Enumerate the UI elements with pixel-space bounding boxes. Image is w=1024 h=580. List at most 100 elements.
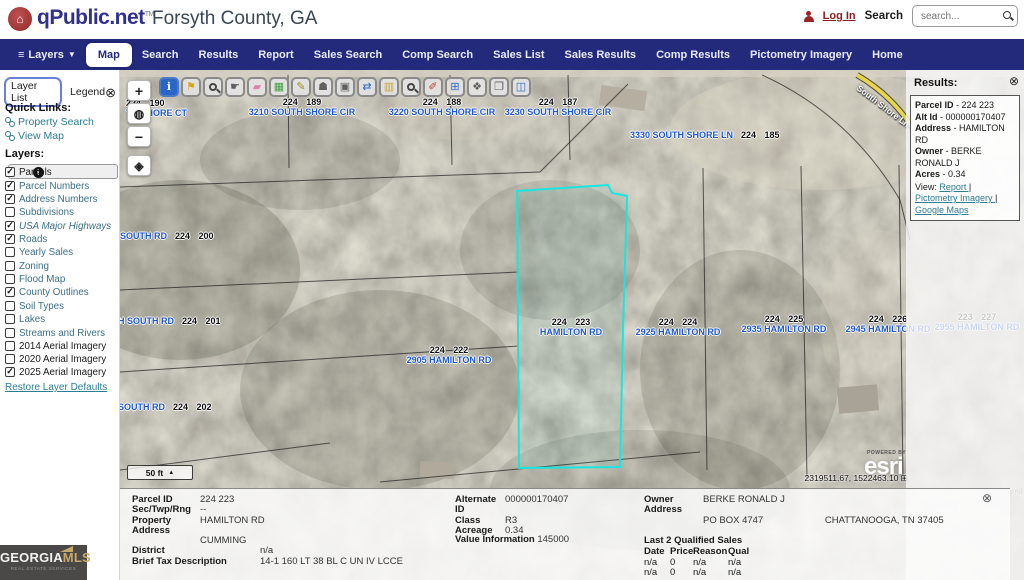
layer-checkbox[interactable] bbox=[5, 341, 15, 351]
print-grid-tool-button[interactable]: ⊞ bbox=[445, 77, 465, 97]
nav-map[interactable]: Map bbox=[86, 43, 132, 67]
layer-row-flood-map[interactable]: Flood Map bbox=[5, 273, 65, 285]
cluster-icon: ❖ bbox=[472, 82, 482, 93]
marker-tool-button[interactable]: ✎ bbox=[291, 77, 311, 97]
property-search-link[interactable]: Property Search bbox=[5, 116, 94, 128]
parcel-label: 224 1883220 SOUTH SHORE CIR bbox=[389, 98, 496, 117]
georgia-mls-logo: GEORGIAMLS REAL ESTATE SERVICES bbox=[0, 545, 87, 580]
pushpin-tool-button[interactable]: ⚑ bbox=[181, 77, 201, 97]
layer-checkbox[interactable] bbox=[5, 354, 15, 364]
layer-row-streams-rivers[interactable]: Streams and Rivers bbox=[5, 327, 105, 339]
layer-row-soil-types[interactable]: Soil Types bbox=[5, 300, 64, 312]
layer-row-parcels[interactable]: Parcels i bbox=[5, 166, 52, 178]
quick-links-title: Quick Links: bbox=[5, 102, 71, 114]
stamp-tool-button[interactable]: ☗ bbox=[313, 77, 333, 97]
layer-checkbox[interactable] bbox=[5, 314, 15, 324]
nav-search[interactable]: Search bbox=[132, 44, 189, 66]
layer-checkbox[interactable] bbox=[5, 194, 15, 204]
sidebar-close-icon[interactable]: ⊗ bbox=[105, 86, 116, 99]
result-parcel-id: 224 223 bbox=[954, 100, 995, 110]
restore-layer-defaults-link[interactable]: Restore Layer Defaults bbox=[5, 382, 107, 393]
swap-view-tool-button[interactable]: ⇄ bbox=[357, 77, 377, 97]
detail-owner-address2: CHATTANOOGA, TN 37405 bbox=[825, 516, 944, 526]
layer-row-yearly-sales[interactable]: Yearly Sales bbox=[5, 246, 73, 258]
eraser-icon: ▰ bbox=[253, 82, 261, 93]
locate-button[interactable]: ◈ bbox=[127, 155, 151, 176]
header-search-label[interactable]: Search bbox=[865, 10, 903, 22]
scale-bar[interactable]: 50 ft ▲ bbox=[127, 465, 193, 480]
zoom-out-button[interactable]: − bbox=[127, 126, 151, 147]
layer-checkbox[interactable] bbox=[5, 301, 15, 311]
layers-title: Layers: bbox=[5, 148, 44, 160]
search-icon[interactable] bbox=[1003, 11, 1011, 19]
parcel-label: 3330 SOUTH SHORE LN224 185 bbox=[630, 130, 780, 140]
layer-row-zoning[interactable]: Zoning bbox=[5, 260, 49, 272]
layer-row-2020-aerial[interactable]: 2020 Aerial Imagery bbox=[5, 353, 106, 365]
nav-pictometry-imagery[interactable]: Pictometry Imagery bbox=[740, 44, 862, 66]
zoom-area-tool-button[interactable] bbox=[203, 77, 223, 97]
layer-checkbox[interactable] bbox=[5, 287, 15, 297]
layer-checkbox[interactable] bbox=[5, 234, 15, 244]
layer-checkbox[interactable] bbox=[5, 207, 15, 217]
layer-row-county-outlines[interactable]: County Outlines bbox=[5, 286, 89, 298]
nav-home[interactable]: Home bbox=[862, 44, 913, 66]
link-icon bbox=[5, 131, 15, 141]
tab-legend[interactable]: Legend bbox=[70, 86, 105, 98]
cluster-tool-button[interactable]: ❖ bbox=[467, 77, 487, 97]
snapshot-tool-button[interactable]: ▣ bbox=[335, 77, 355, 97]
nav-layers[interactable]: ≡Layers▼ bbox=[8, 44, 86, 66]
roof-icon bbox=[60, 546, 73, 552]
layer-row-lakes[interactable]: Lakes bbox=[5, 313, 45, 325]
nav-sales-list[interactable]: Sales List bbox=[483, 44, 554, 66]
layer-row-subdivisions[interactable]: Subdivisions bbox=[5, 206, 74, 218]
report-link[interactable]: Report bbox=[939, 182, 971, 192]
layer-row-usa-major-highways[interactable]: USA Major Highways bbox=[5, 220, 111, 232]
nav-report[interactable]: Report bbox=[248, 44, 303, 66]
nav-comp-search[interactable]: Comp Search bbox=[392, 44, 483, 66]
result-acres: 0.34 bbox=[940, 169, 966, 179]
layer-row-2014-aerial[interactable]: 2014 Aerial Imagery bbox=[5, 340, 106, 352]
layer-row-parcel-numbers[interactable]: Parcel Numbers bbox=[5, 180, 89, 192]
nav-sales-search[interactable]: Sales Search bbox=[304, 44, 393, 66]
measure-tool-button[interactable]: ▥ bbox=[379, 77, 399, 97]
pages-tool-button[interactable]: ❐ bbox=[489, 77, 509, 97]
google-maps-link[interactable]: Google Maps bbox=[915, 205, 969, 215]
search-input[interactable] bbox=[919, 7, 999, 25]
layer-checkbox[interactable] bbox=[5, 181, 15, 191]
home-extent-button[interactable]: ◍ bbox=[127, 103, 151, 124]
results-close-icon[interactable]: ⊗ bbox=[1009, 75, 1019, 87]
draw-tool-button[interactable]: ✐ bbox=[423, 77, 443, 97]
search-area-tool-button[interactable] bbox=[401, 77, 421, 97]
sales-header-row: DatePriceReasonQual bbox=[644, 547, 756, 558]
layer-row-2025-aerial[interactable]: 2025 Aerial Imagery bbox=[5, 366, 106, 378]
login-link[interactable]: Log In bbox=[823, 10, 856, 22]
layer-checkbox[interactable] bbox=[5, 247, 15, 257]
layer-checkbox[interactable] bbox=[5, 167, 15, 177]
pan-tool-button[interactable]: ☛ bbox=[225, 77, 245, 97]
info-icon: ℹ bbox=[167, 82, 171, 93]
layer-checkbox[interactable] bbox=[5, 328, 15, 338]
image-export-tool-button[interactable]: ▦ bbox=[269, 77, 289, 97]
qpublic-logo[interactable]: qPublic.netTM bbox=[37, 6, 154, 30]
layer-row-address-numbers[interactable]: Address Numbers bbox=[5, 193, 97, 205]
chevron-down-icon: ▼ bbox=[68, 50, 76, 59]
nav-results[interactable]: Results bbox=[189, 44, 249, 66]
layer-checkbox[interactable] bbox=[5, 274, 15, 284]
layer-row-roads[interactable]: Roads bbox=[5, 233, 47, 245]
layer-checkbox[interactable] bbox=[5, 221, 15, 231]
zoom-in-button[interactable]: + bbox=[127, 80, 151, 101]
result-card[interactable]: Parcel ID224 223 Alt Id000000170407 Addr… bbox=[910, 95, 1020, 221]
pictometry-imagery-link[interactable]: Pictometry Imagery bbox=[915, 193, 997, 203]
detail-owner-name: BERKE RONALD J bbox=[703, 495, 785, 505]
parcel-label: 224 2242925 HAMILTON RD bbox=[636, 318, 721, 337]
identify-tool-button[interactable]: ℹ bbox=[159, 77, 179, 97]
view-map-link[interactable]: View Map bbox=[5, 130, 64, 142]
nav-sales-results[interactable]: Sales Results bbox=[555, 44, 647, 66]
layer-checkbox[interactable] bbox=[5, 367, 15, 377]
layer-checkbox[interactable] bbox=[5, 261, 15, 271]
erase-tool-button[interactable]: ▰ bbox=[247, 77, 267, 97]
detail-close-icon[interactable]: ⊗ bbox=[982, 492, 992, 504]
save-tool-button[interactable]: ◫ bbox=[511, 77, 531, 97]
nav-comp-results[interactable]: Comp Results bbox=[646, 44, 740, 66]
stamp-icon: ☗ bbox=[318, 82, 328, 93]
